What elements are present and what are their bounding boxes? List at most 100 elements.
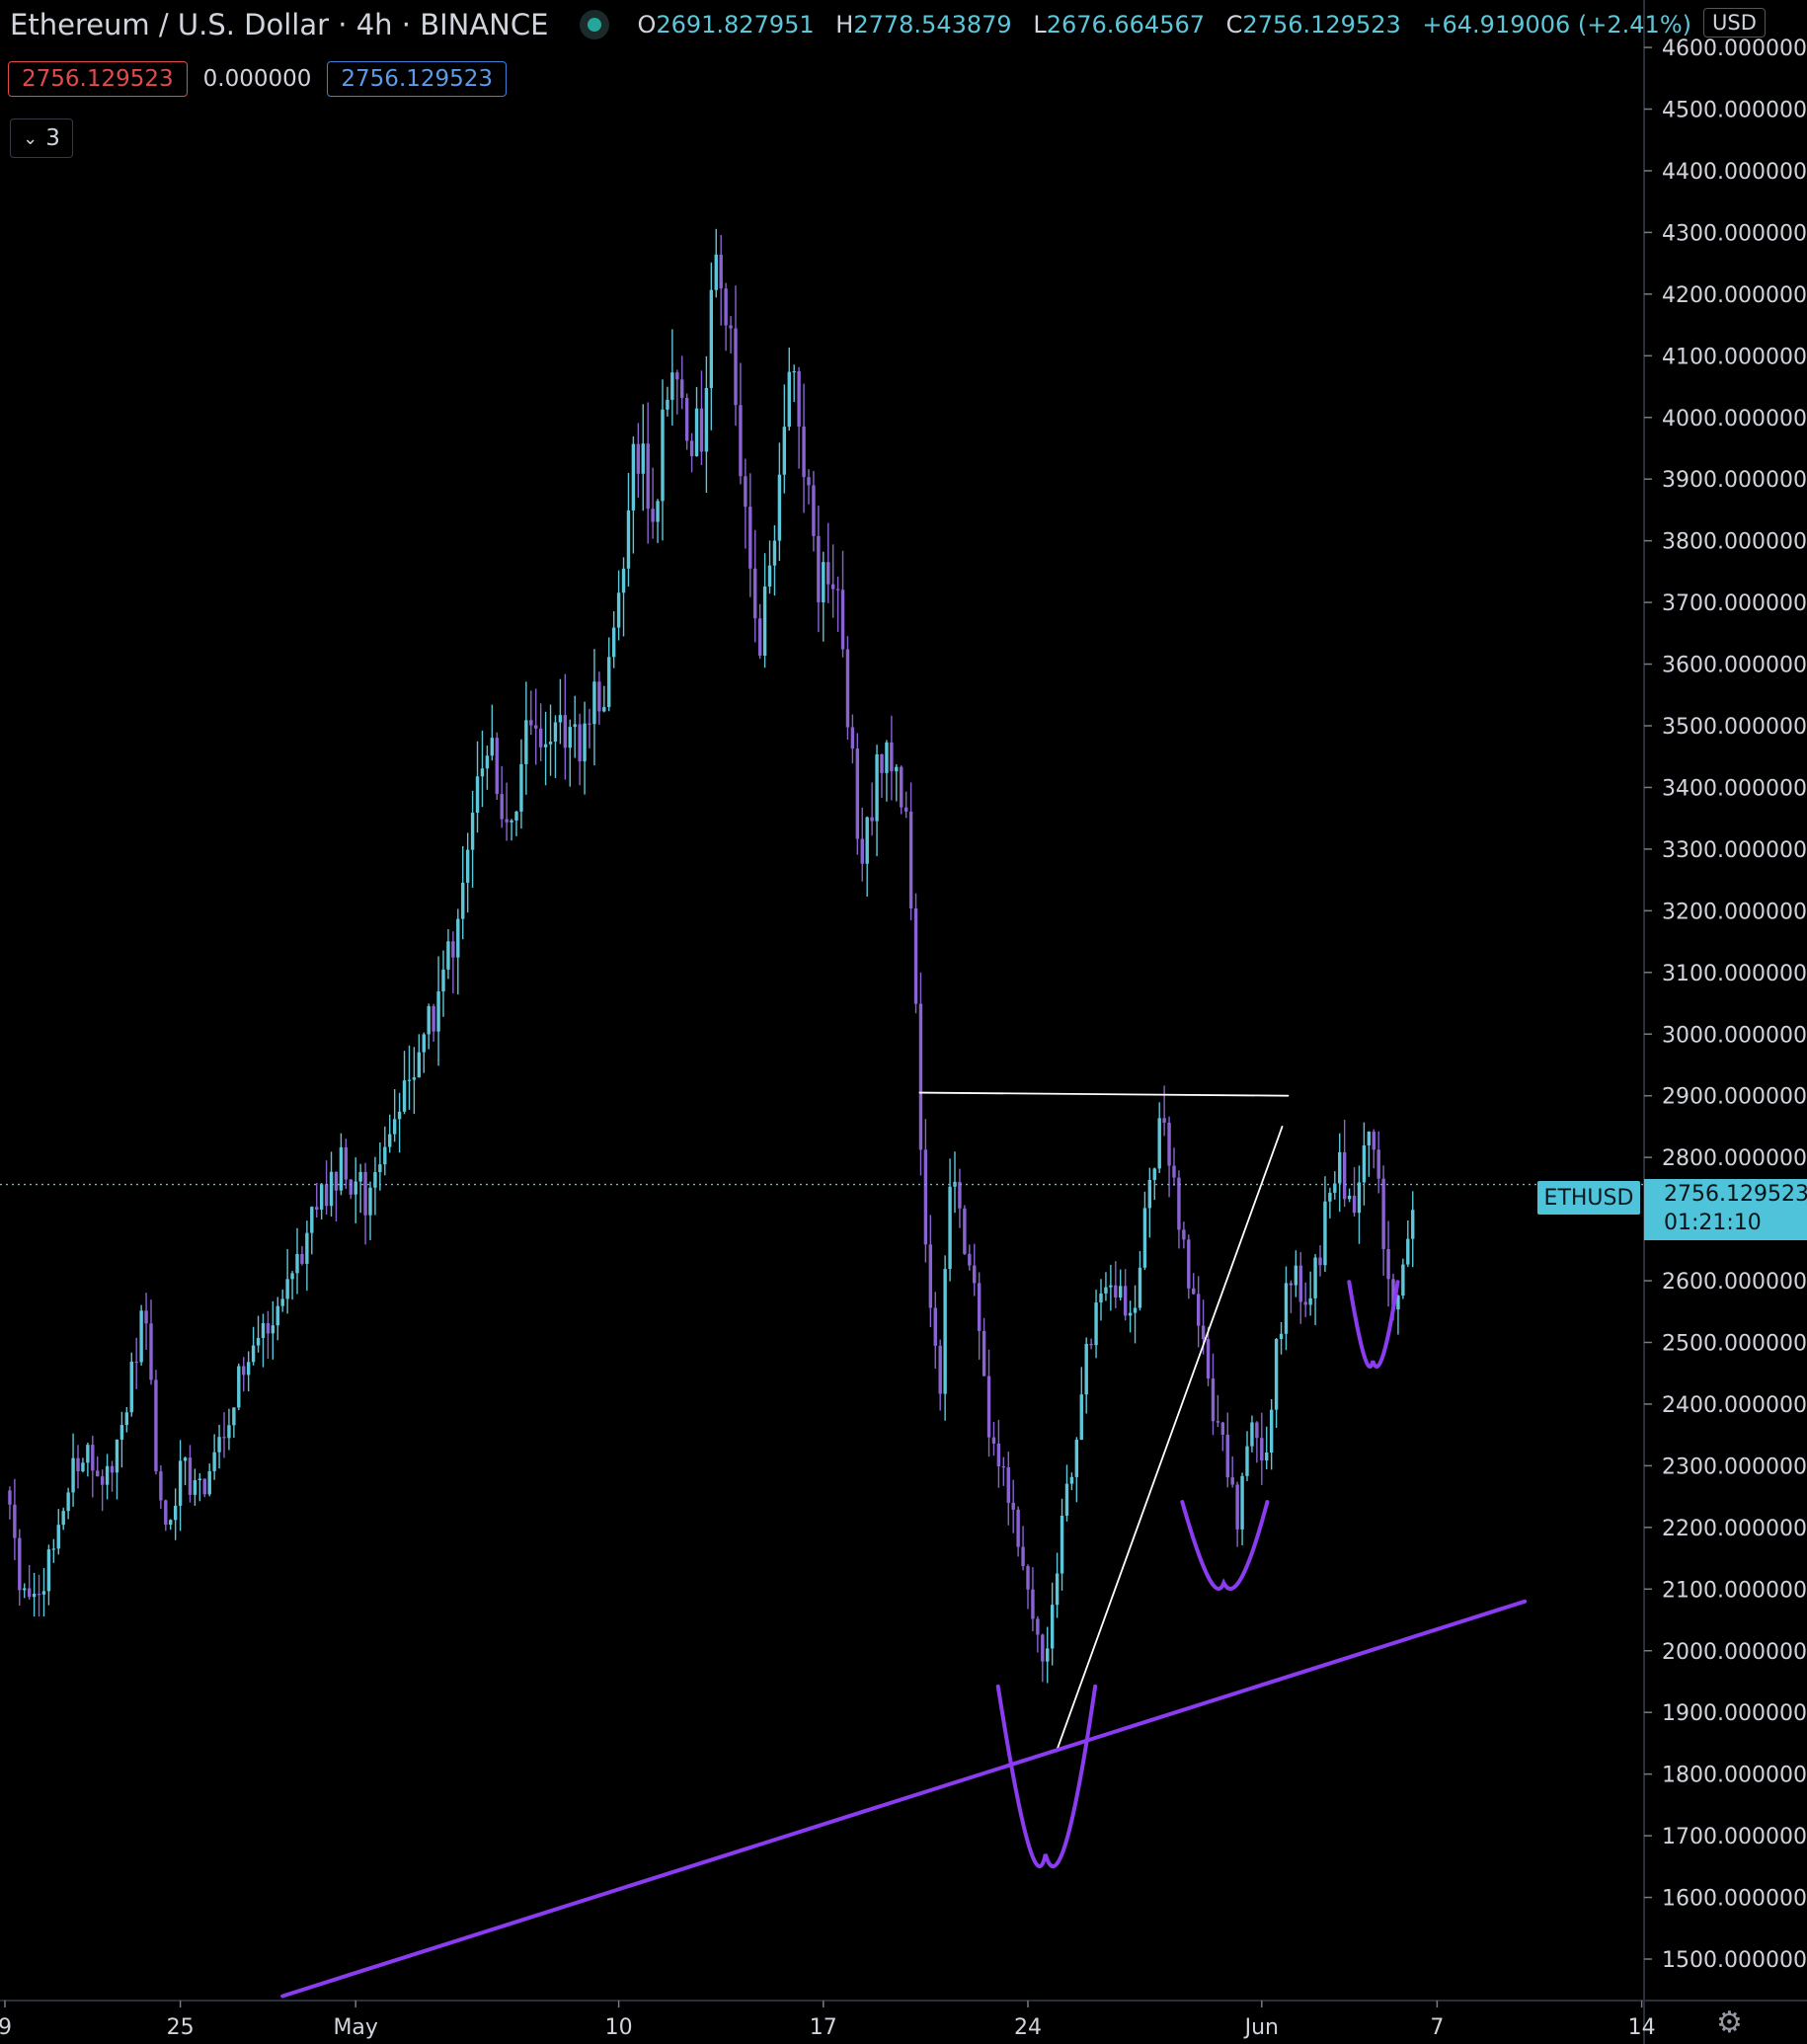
high-value: 2778.543879	[853, 11, 1012, 39]
candle-body	[684, 397, 689, 441]
candle-body	[397, 1111, 402, 1120]
candle-body	[680, 379, 684, 398]
symbol-title[interactable]: Ethereum / U.S. Dollar · 4h · BINANCE	[10, 8, 548, 41]
candle-body	[159, 1471, 163, 1501]
candle-body	[1308, 1297, 1312, 1305]
candle-body	[46, 1549, 51, 1592]
candle-body	[588, 723, 591, 725]
candle-body	[144, 1310, 148, 1324]
time-tick-label: Jun	[1243, 2015, 1279, 2040]
candle-body	[134, 1362, 138, 1364]
candle-body	[1401, 1264, 1405, 1297]
candle-body	[524, 720, 528, 764]
buy-button[interactable]: 2756.129523	[327, 61, 508, 97]
candle-body	[1196, 1294, 1201, 1326]
candle-body	[1069, 1476, 1074, 1484]
candle-body	[173, 1505, 178, 1521]
candle-body	[505, 819, 509, 823]
candle-body	[1386, 1248, 1390, 1280]
candle-body	[1050, 1605, 1055, 1649]
candle-body	[334, 1171, 339, 1191]
price-tick-label: 3100.000000	[1662, 962, 1807, 986]
candle-body	[1006, 1466, 1010, 1503]
candle-body	[169, 1520, 173, 1526]
candle-body	[938, 1345, 942, 1394]
candle-body	[744, 476, 747, 508]
candle-body	[61, 1511, 65, 1526]
candle-body	[1220, 1422, 1225, 1435]
candle-body	[694, 408, 699, 456]
arc-low-3-shape[interactable]	[1347, 1280, 1400, 1369]
open-value: 2691.827951	[656, 11, 815, 39]
long-term-support-line[interactable]	[280, 1599, 1528, 1999]
time-tick-label: 24	[1014, 2015, 1042, 2040]
indicator-count: 3	[45, 125, 60, 151]
candle-body	[490, 738, 495, 756]
candle-body	[295, 1254, 299, 1274]
candle-body	[212, 1452, 216, 1471]
arc-low-1-shape[interactable]	[995, 1684, 1098, 1868]
candle-body	[792, 370, 796, 373]
candle-body	[666, 399, 669, 410]
candle-body	[510, 820, 513, 823]
arc-low-2-shape[interactable]	[1180, 1500, 1270, 1591]
candle-body	[704, 387, 709, 452]
candle-body	[1298, 1265, 1302, 1302]
candle-body	[1016, 1509, 1020, 1547]
candle-body	[996, 1443, 1001, 1467]
candle-body	[1031, 1589, 1035, 1619]
candle-body	[324, 1184, 329, 1207]
candle-body	[178, 1460, 183, 1506]
candle-body	[991, 1437, 996, 1444]
price-tick-label: 1700.000000	[1662, 1825, 1807, 1849]
candle-body	[1269, 1409, 1274, 1454]
price-tick-label: 3000.000000	[1662, 1023, 1807, 1048]
candle-body	[1119, 1286, 1123, 1298]
price-tick-label: 4100.000000	[1662, 345, 1807, 369]
currency-button[interactable]: USD	[1703, 8, 1766, 38]
candle-body	[787, 371, 791, 428]
candle-body	[1376, 1149, 1380, 1179]
candle-body	[1342, 1151, 1347, 1200]
chart-settings-gear-icon[interactable]: ⚙	[1716, 2008, 1743, 2038]
candle-body	[358, 1171, 362, 1182]
candle-body	[319, 1184, 324, 1210]
candle-body	[1216, 1421, 1220, 1423]
candle-body	[1167, 1122, 1171, 1166]
market-status-icon	[588, 18, 602, 32]
candle-body	[197, 1478, 202, 1481]
candle-body	[465, 849, 470, 883]
price-tick-label: 2300.000000	[1662, 1454, 1807, 1479]
price-axis: 1500.000000 1600.000000 1700.000000 1800.00…	[1643, 0, 1807, 2044]
candle-body	[188, 1457, 193, 1495]
candle-body	[782, 427, 787, 475]
candle-body	[621, 568, 626, 593]
candle-body	[812, 485, 816, 536]
candle-body	[363, 1171, 367, 1216]
candle-body	[446, 941, 450, 970]
candle-body	[807, 477, 811, 486]
price-tick-label: 3700.000000	[1662, 591, 1807, 616]
price-chart[interactable]: 1500.000000 1600.000000 1700.000000 1800.00…	[0, 0, 1807, 2044]
symbol-price-label: ETHUSD	[1537, 1181, 1640, 1215]
candle-body	[56, 1525, 60, 1549]
rising-trendline-line[interactable]	[1056, 1126, 1284, 1751]
candle-body	[870, 817, 874, 822]
candle-body	[251, 1345, 256, 1363]
candle-body	[1289, 1283, 1294, 1286]
candle-body	[767, 565, 772, 588]
candle-body	[329, 1171, 334, 1207]
candle-body	[71, 1457, 75, 1493]
candle-body	[373, 1172, 377, 1188]
horizontal-resistance-line[interactable]	[918, 1091, 1290, 1097]
sell-button[interactable]: 2756.129523	[8, 61, 188, 97]
candle-body	[154, 1379, 158, 1472]
price-tick-label: 4000.000000	[1662, 407, 1807, 432]
indicators-toggle-button[interactable]: ⌄ 3	[10, 118, 73, 158]
candle-body	[164, 1500, 168, 1526]
candle-body	[855, 748, 860, 839]
candle-body	[651, 509, 655, 522]
change-value: +64.919006 (+2.41%)	[1422, 11, 1691, 39]
candle-body	[475, 776, 480, 814]
candle-body	[918, 1003, 923, 1150]
